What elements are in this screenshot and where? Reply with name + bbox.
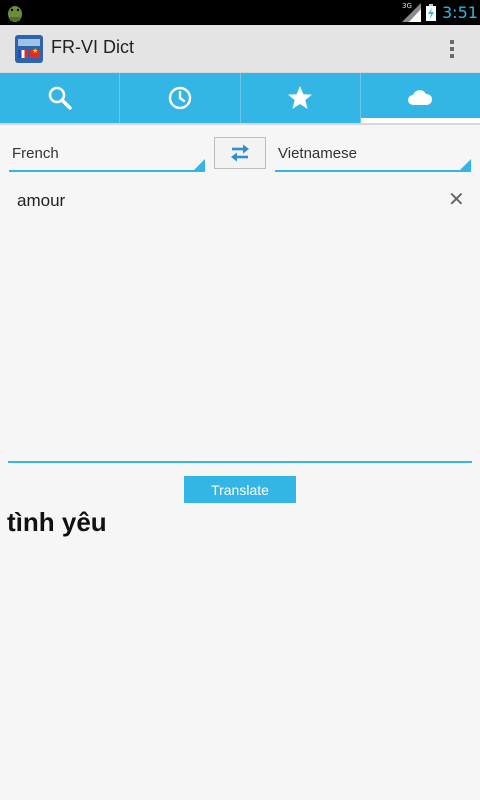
source-text-input[interactable]: amour ✕	[8, 184, 472, 463]
app-logo-icon[interactable]	[15, 35, 43, 63]
tab-history[interactable]	[120, 73, 241, 123]
translate-button[interactable]: Translate	[184, 476, 296, 503]
dropdown-corner-icon	[194, 159, 205, 170]
source-text-value: amour	[17, 191, 66, 210]
swap-arrows-icon	[231, 144, 249, 162]
status-clock: 3:51	[442, 3, 478, 22]
source-language-label: French	[12, 145, 59, 162]
favorite-star-icon	[288, 86, 313, 109]
source-language-spinner[interactable]: French	[9, 138, 205, 172]
close-icon[interactable]: ✕	[448, 189, 465, 209]
swap-languages-button[interactable]	[214, 137, 266, 169]
signal-icon	[402, 3, 421, 22]
search-icon	[48, 86, 72, 110]
app-title: FR-VI Dict	[51, 37, 134, 57]
target-language-label: Vietnamese	[278, 145, 357, 162]
dropdown-corner-icon	[460, 159, 471, 170]
status-bar: 3G 3:51	[0, 0, 480, 25]
battery-icon	[426, 4, 436, 21]
french-flag-icon	[18, 50, 28, 58]
tab-divider	[0, 123, 480, 125]
vietnamese-flag-icon	[30, 47, 40, 58]
tab-favorites[interactable]	[241, 73, 361, 123]
action-bar: FR-VI Dict	[0, 25, 480, 73]
tab-online-translate[interactable]	[360, 73, 480, 123]
cloud-icon	[408, 90, 433, 105]
target-language-spinner[interactable]: Vietnamese	[275, 138, 471, 172]
tab-search[interactable]	[0, 73, 121, 123]
android-icon	[8, 6, 22, 22]
translation-result: tình yêu	[7, 507, 107, 537]
overflow-menu-icon[interactable]	[444, 37, 460, 61]
history-clock-icon	[168, 86, 192, 110]
tab-bar	[0, 73, 480, 123]
app-logo-strip	[18, 39, 40, 46]
